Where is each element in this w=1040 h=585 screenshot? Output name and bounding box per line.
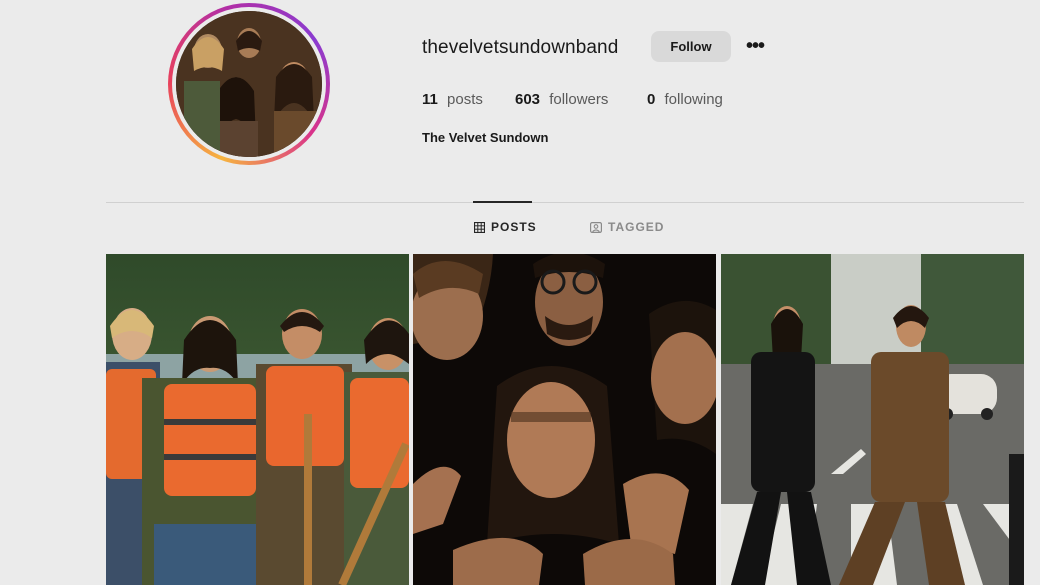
post-image-crosswalk: [721, 254, 1024, 585]
posts-count: 11: [422, 91, 438, 108]
active-tab-indicator: [473, 201, 532, 203]
more-options-icon[interactable]: •••: [742, 33, 768, 59]
tab-tagged-label: TAGGED: [608, 220, 665, 234]
tab-tagged[interactable]: TAGGED: [590, 220, 664, 234]
followers-label: followers: [549, 91, 609, 108]
profile-username: thevelvetsundownband: [422, 37, 619, 58]
profile-full-name: The Velvet Sundown: [422, 130, 549, 145]
post-thumbnail[interactable]: [721, 254, 1024, 585]
following-label: following: [664, 91, 723, 108]
followers-stat[interactable]: 603 followers: [515, 91, 608, 108]
tag-icon: [590, 221, 602, 233]
post-thumbnail[interactable]: [413, 254, 716, 585]
post-thumbnail[interactable]: [106, 254, 409, 585]
following-count: 0: [647, 91, 656, 108]
avatar[interactable]: [176, 11, 322, 157]
followers-count: 603: [515, 91, 541, 108]
grid-icon: [474, 221, 485, 233]
post-image-band-life-vests: [106, 254, 409, 585]
posts-label: posts: [447, 91, 483, 108]
following-stat[interactable]: 0 following: [647, 91, 723, 108]
follow-button[interactable]: Follow: [651, 31, 731, 62]
tab-posts-label: POSTS: [491, 220, 537, 234]
tab-posts[interactable]: POSTS: [474, 220, 537, 234]
posts-stat: 11 posts: [422, 91, 483, 108]
avatar-story-ring[interactable]: [168, 3, 330, 165]
tabs-divider: [106, 202, 1024, 203]
avatar-photo: [176, 11, 322, 157]
post-image-dark-faces: [413, 254, 716, 585]
